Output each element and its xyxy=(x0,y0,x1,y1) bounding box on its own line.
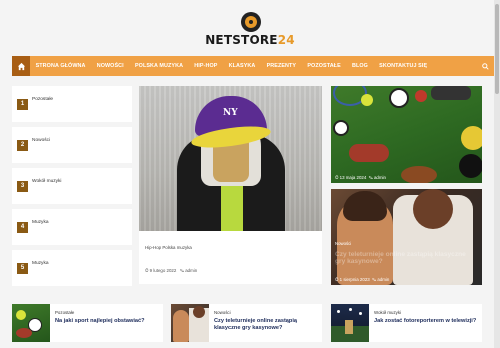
nav-item-home[interactable]: Strona główna xyxy=(30,63,91,69)
author-icon: ✎ xyxy=(368,175,373,180)
site-logo[interactable]: NETSTORE24 xyxy=(205,10,295,47)
author-icon: ✎ xyxy=(372,277,377,282)
nav-item-hiphop[interactable]: Hip-Hop xyxy=(189,63,223,69)
right-post-sports[interactable]: ⏱ 13 maja 2024 ✎ admin xyxy=(331,86,482,183)
site-header: NETSTORE24 xyxy=(0,0,500,56)
bottom-post[interactable]: Pozostałe Na jaki sport najlepiej obstaw… xyxy=(12,304,163,342)
bottom-post-title[interactable]: Czy teleturnieje online zastąpią klasycz… xyxy=(214,318,318,332)
side-list-item[interactable]: 1 Pozostałe xyxy=(12,86,132,122)
scrollbar-thumb[interactable] xyxy=(495,4,499,94)
side-list-label[interactable]: Muzyka xyxy=(32,261,49,266)
bottom-post-category[interactable]: Nowości xyxy=(214,310,231,315)
search-icon xyxy=(481,62,489,70)
side-list-number: 1 xyxy=(17,98,28,110)
right-post-meta: ⏱ 1 sierpnia 2023 ✎ admin xyxy=(335,277,389,282)
nav-item-contact[interactable]: Skontaktuj się xyxy=(374,63,433,69)
right-post-meta: ⏱ 13 maja 2024 ✎ admin xyxy=(335,175,386,180)
right-post-game-shows[interactable]: Nowości Czy teleturnieje online zastąpią… xyxy=(331,189,482,285)
side-list-number: 3 xyxy=(17,180,28,192)
side-list-number: 4 xyxy=(17,221,28,233)
page-scrollbar[interactable] xyxy=(494,0,500,348)
nav-item-blog[interactable]: Blog xyxy=(346,63,373,69)
side-list-item[interactable]: 4 Muzyka xyxy=(12,209,132,245)
post-author[interactable]: admin xyxy=(377,277,389,282)
bottom-post-title[interactable]: Na jaki sport najlepiej obstawiać? xyxy=(55,318,159,325)
author-icon: ✎ xyxy=(179,268,184,273)
featured-post-image[interactable]: NY xyxy=(139,86,322,231)
bottom-post-thumbnail[interactable] xyxy=(171,304,209,342)
side-list-label[interactable]: Wokół muzyki xyxy=(32,179,62,184)
bottom-post-category[interactable]: Pozostałe xyxy=(55,310,74,315)
bottom-post-thumbnail[interactable] xyxy=(12,304,50,342)
post-date[interactable]: 13 maja 2024 xyxy=(340,175,367,180)
clock-icon: ⏱ xyxy=(145,268,149,273)
bottom-post[interactable]: Wokół muzyki Jak zostać fotoreporterem w… xyxy=(331,304,482,342)
post-date[interactable]: 9 lutego 2022 xyxy=(150,268,177,273)
featured-post-categories[interactable]: Hip-Hop Polska muzyka xyxy=(145,245,192,250)
side-list-item[interactable]: 2 Nowości xyxy=(12,127,132,163)
logo-text-main: NETSTORE xyxy=(205,32,278,47)
bottom-post-thumbnail[interactable] xyxy=(331,304,369,342)
post-date[interactable]: 1 sierpnia 2023 xyxy=(340,277,370,282)
bottom-post-category[interactable]: Wokół muzyki xyxy=(374,310,401,315)
right-post-image[interactable] xyxy=(331,86,482,183)
nav-item-classic[interactable]: Klasyka xyxy=(223,63,261,69)
nav-item-gifts[interactable]: Prezenty xyxy=(261,63,302,69)
main-nav: Strona główna Nowości Polska muzyka Hip-… xyxy=(12,56,494,76)
side-list: 1 Pozostałe 2 Nowości 3 Wokół muzyki 4 M… xyxy=(12,86,132,291)
nav-item-polish-music[interactable]: Polska muzyka xyxy=(129,63,188,69)
home-icon xyxy=(17,62,25,70)
right-post-title[interactable]: Czy teleturnieje online zastąpią klasycz… xyxy=(335,251,475,266)
nav-item-other[interactable]: Pozostałe xyxy=(302,63,347,69)
side-list-label[interactable]: Nowości xyxy=(32,138,50,143)
side-list-label[interactable]: Muzyka xyxy=(32,220,49,225)
side-list-number: 5 xyxy=(17,262,28,274)
bottom-post[interactable]: Nowości Czy teleturnieje online zastąpią… xyxy=(171,304,322,342)
home-button[interactable] xyxy=(12,56,30,76)
post-author[interactable]: admin xyxy=(185,268,197,273)
nav-item-news[interactable]: Nowości xyxy=(91,63,129,69)
search-button[interactable] xyxy=(476,56,494,76)
bottom-post-title[interactable]: Jak zostać fotoreporterem w telewizji? xyxy=(374,318,478,325)
right-post-category[interactable]: Nowości xyxy=(335,241,351,246)
page: NETSTORE24 Strona główna Nowości Polska … xyxy=(0,0,500,348)
right-post-image[interactable] xyxy=(331,189,482,285)
featured-post[interactable]: NY Hip-Hop Polska muzyka ⏱ 9 lutego 2022… xyxy=(139,86,322,284)
side-list-item[interactable]: 3 Wokół muzyki xyxy=(12,168,132,204)
side-list-number: 2 xyxy=(17,139,28,151)
clock-icon: ⏱ xyxy=(335,175,339,180)
logo-text: NETSTORE24 xyxy=(205,33,295,47)
logo-headphone-icon xyxy=(232,10,268,32)
side-list-item[interactable]: 5 Muzyka xyxy=(12,250,132,286)
clock-icon: ⏱ xyxy=(335,277,339,282)
logo-text-accent: 24 xyxy=(277,32,295,47)
featured-post-meta: ⏱ 9 lutego 2022 ✎ admin xyxy=(145,268,197,273)
post-author[interactable]: admin xyxy=(374,175,386,180)
side-list-label[interactable]: Pozostałe xyxy=(32,97,53,102)
